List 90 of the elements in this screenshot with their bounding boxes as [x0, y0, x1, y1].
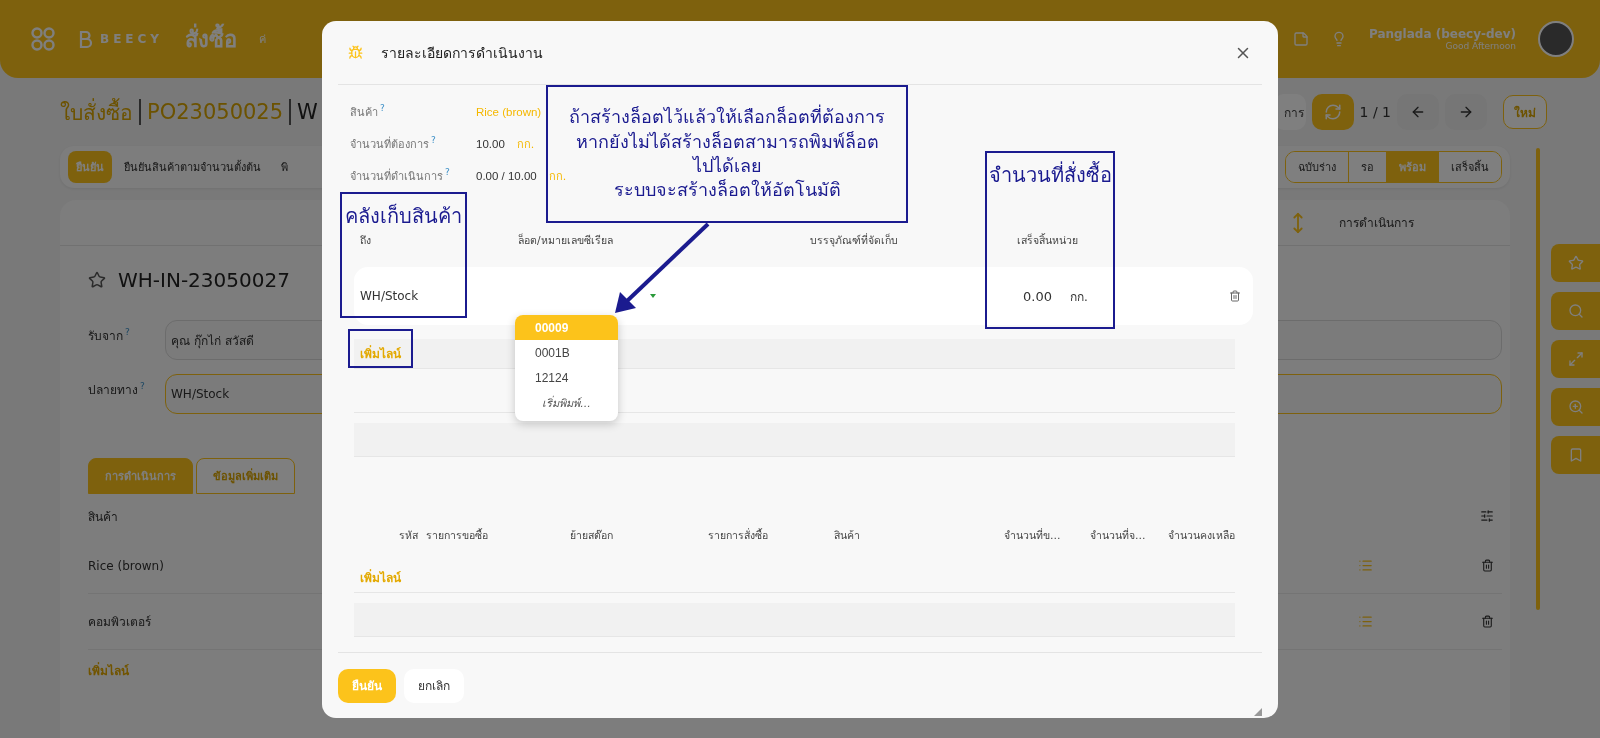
- tab[interactable]: การดำเนินการ: [88, 458, 193, 494]
- column-header: ย้ายสต๊อก: [569, 527, 614, 543]
- avatar[interactable]: [1538, 21, 1574, 57]
- search-button[interactable]: [1551, 292, 1600, 330]
- info-label: จำนวนที่ดำเนินการ $^{?}$: [350, 167, 451, 185]
- column-header: รายการขอซื้อ: [425, 527, 489, 543]
- trash-icon[interactable]: [1481, 559, 1494, 572]
- refresh-icon[interactable]: [1323, 103, 1342, 121]
- trash-icon[interactable]: [1481, 615, 1494, 628]
- table-cell-text: WH/Stock: [360, 289, 420, 303]
- expand-button[interactable]: [1551, 340, 1600, 378]
- table-cell: Rice (brown): [88, 558, 164, 573]
- column-header: หน่วย: [1052, 232, 1079, 248]
- trash-icon[interactable]: [1229, 290, 1241, 302]
- field-label: รับจาก $^{?}$: [88, 326, 131, 345]
- unit-label: กก.: [516, 137, 535, 153]
- dropdown-option[interactable]: 12124: [515, 365, 618, 390]
- user-name: Panglada (beecy-dev): [1368, 27, 1516, 41]
- star-icon[interactable]: [88, 271, 106, 289]
- field-label: ปลายทาง $^{?}$: [88, 380, 146, 399]
- dropdown-option[interactable]: 00009: [515, 315, 618, 340]
- column-header: เสร็จสิ้น: [1016, 232, 1052, 248]
- caret-icon: [650, 294, 656, 298]
- action-button[interactable]: ยืนยันสินค้าตามจำนวนตั้งต้น: [116, 151, 269, 183]
- column-header: จำนวนคงเหลือ: [1167, 527, 1235, 543]
- record-name: WH-IN-23050027: [118, 268, 290, 292]
- column-header: ถึง: [360, 232, 372, 248]
- bookmark-button[interactable]: [1551, 436, 1600, 474]
- column-header: จำนวนที่ข…: [1003, 527, 1062, 543]
- action-button[interactable]: พิ: [273, 151, 296, 183]
- column-header: บรรจุภัณฑ์ที่จัดเก็บ: [810, 232, 899, 249]
- pager-count: 1 / 1: [1359, 104, 1391, 120]
- tab[interactable]: ข้อมูลเพิ่มเติม: [196, 458, 295, 494]
- add-line-link[interactable]: เพิ่มไลน์: [88, 660, 129, 680]
- action-button[interactable]: ยืนยัน: [68, 151, 112, 183]
- breadcrumb-link[interactable]: PO23050025: [147, 100, 284, 124]
- zoom-in-button[interactable]: [1551, 388, 1600, 426]
- nav-item[interactable]: ค่: [259, 30, 267, 48]
- cancel-button[interactable]: ยกเลิก: [404, 668, 464, 703]
- arrow-right-icon[interactable]: [1458, 104, 1474, 120]
- quantity-value: 10.00: [476, 138, 505, 150]
- table-cell-text: 0.00: [1022, 288, 1052, 304]
- info-label: จำนวนที่ต้องการ $^{?}$: [350, 135, 437, 153]
- dropdown-hint: เริ่มพิมพ์...: [541, 394, 592, 412]
- quantity-value: 0.00 / 10.00: [476, 170, 537, 182]
- column-header: รายการสั่งซื้อ: [707, 527, 769, 543]
- note-icon[interactable]: [1292, 31, 1309, 47]
- callout-text: ถ้าสร้างล็อตไว้แล้วให้เลือกล็อตที่ต้องการ หากยังไม่ได้สร้างล็อตสามารถพิมพ์ล็อต ไปได้เลย ระบบจะสร้างล็อตให้อัตโนมัติ: [569, 105, 885, 203]
- logo-mark-icon: [78, 29, 94, 49]
- column-header: รหัส: [398, 527, 418, 543]
- table-cell-text: กก.: [1069, 288, 1089, 306]
- sliders-icon[interactable]: [1480, 509, 1494, 523]
- expand-icon[interactable]: [1567, 351, 1584, 367]
- column-header: สินค้า: [833, 527, 861, 543]
- new-button[interactable]: ใหม่: [1503, 95, 1547, 129]
- table-cell-text: คอมพิวเตอร์: [88, 614, 151, 631]
- list-icon[interactable]: [1358, 614, 1373, 629]
- smart-button-label[interactable]: การดำเนินการ: [1339, 213, 1414, 232]
- column-header: สินค้า: [88, 508, 118, 526]
- greeting: Good Afternoon: [1445, 41, 1516, 51]
- scrollbar[interactable]: [1536, 148, 1540, 610]
- info-label: สินค้า $^{?}$: [350, 103, 386, 121]
- dropdown-option[interactable]: 0001B: [515, 340, 618, 365]
- product-link[interactable]: Rice (brown): [476, 106, 542, 118]
- refresh-button[interactable]: [1311, 94, 1354, 130]
- add-line-link[interactable]: เพิ่มไลน์: [360, 568, 401, 587]
- app-title: สั่งซื้อ: [185, 21, 238, 57]
- unit-label: กก.: [548, 169, 567, 185]
- column-header: ล็อต/หมายเลขซีเรียล: [518, 232, 614, 248]
- bug-icon: [348, 45, 363, 60]
- add-line-link[interactable]: เพิ่มไลน์: [360, 344, 401, 363]
- search-icon[interactable]: [1567, 303, 1584, 319]
- column-header: จำนวนที่จ…: [1089, 527, 1147, 543]
- apps-icon[interactable]: [30, 26, 56, 52]
- confirm-button[interactable]: ยืนยัน: [338, 668, 396, 703]
- dialog-title: รายละเอียดการดำเนินงาน: [381, 43, 544, 63]
- breadcrumb-current: W: [297, 100, 318, 124]
- star-button[interactable]: [1551, 244, 1600, 282]
- status-step[interactable]: เสร็จสิ้น: [1438, 152, 1501, 182]
- breadcrumb-link[interactable]: ใบสั่งซื้อ: [60, 95, 133, 129]
- highlight-outline: [348, 329, 413, 368]
- zoom-in-icon[interactable]: [1567, 399, 1584, 415]
- annotation-label: จำนวนที่สั่งซื้อ: [988, 160, 1112, 189]
- smart-button[interactable]: การดำเนินการ: [1281, 210, 1420, 235]
- annotation-label: คลังเก็บสินค้า: [345, 202, 462, 230]
- logo: BEECY: [78, 29, 164, 49]
- status-step[interactable]: พร้อม: [1386, 152, 1438, 182]
- resize-grip-icon[interactable]: [1254, 708, 1262, 716]
- arrow-left-icon[interactable]: [1410, 104, 1426, 120]
- list-icon[interactable]: [1358, 558, 1373, 573]
